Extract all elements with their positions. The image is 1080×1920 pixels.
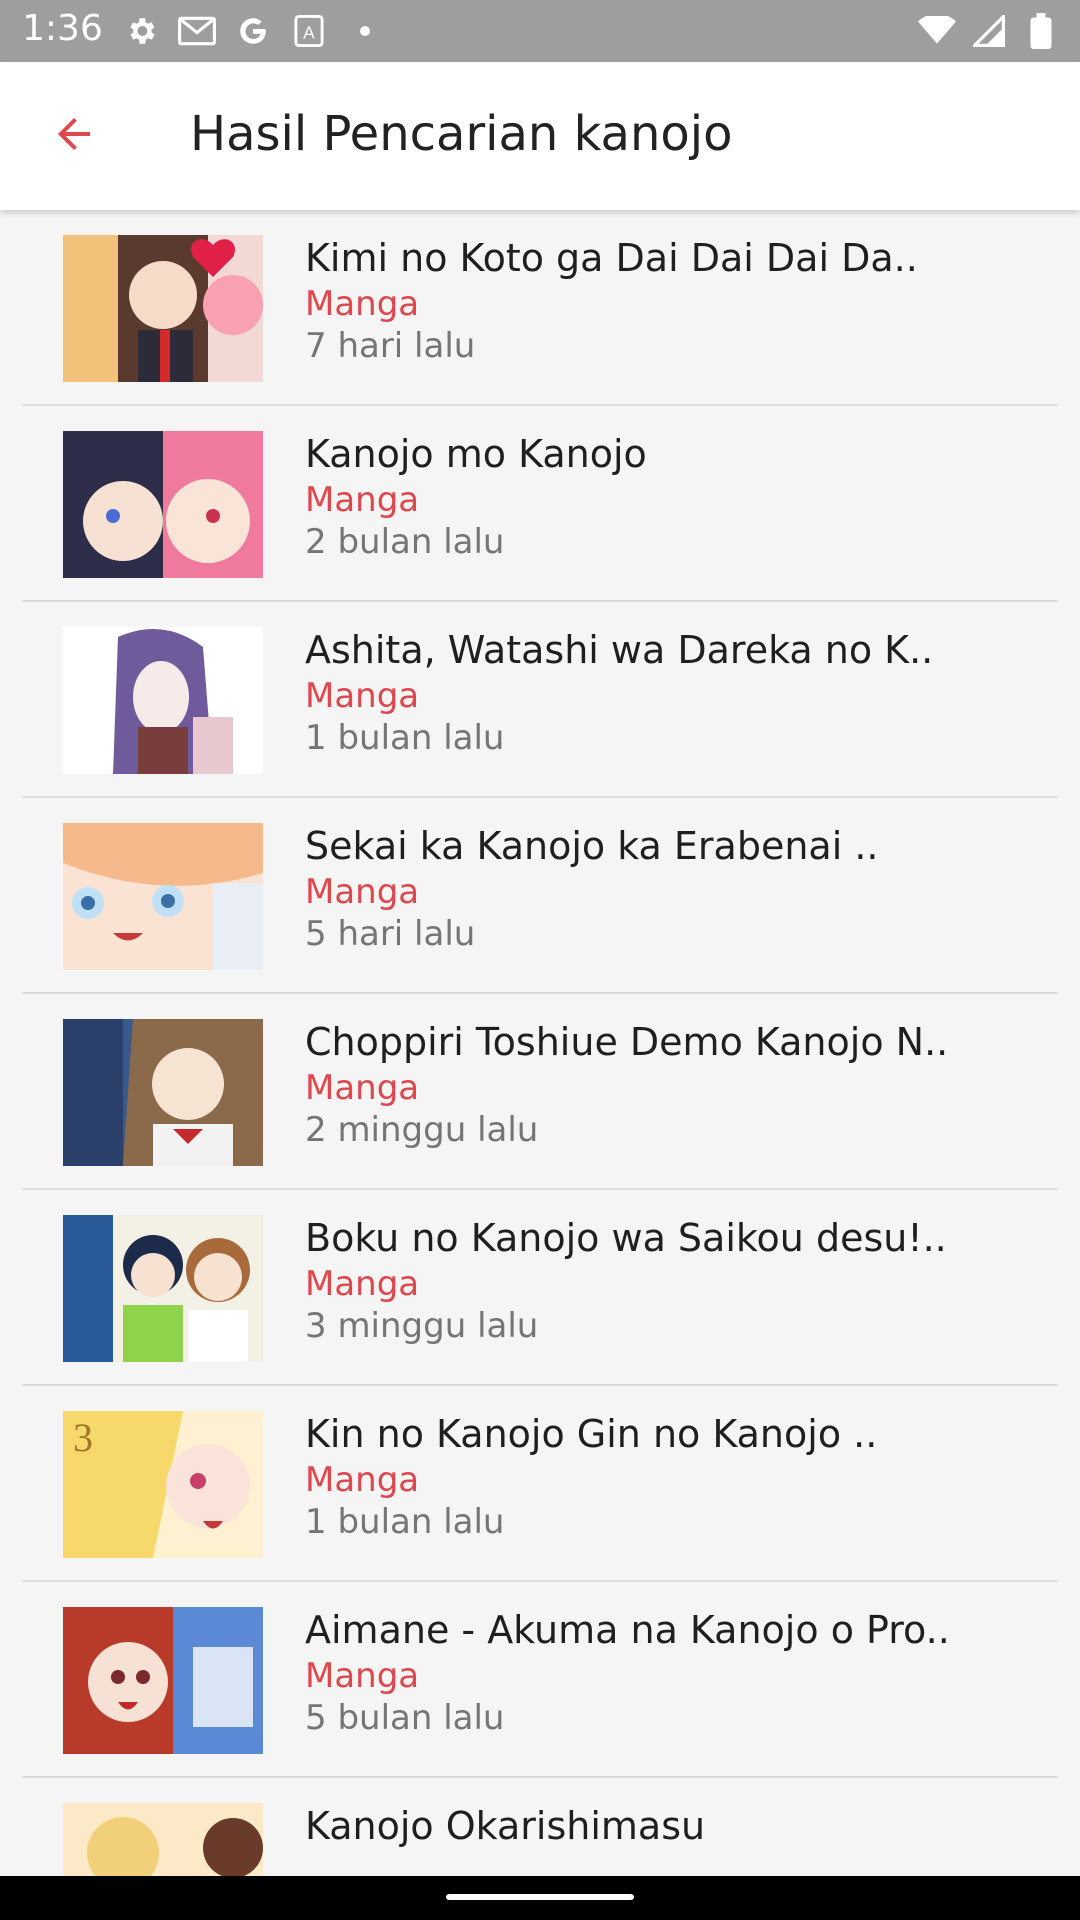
wifi-icon bbox=[918, 12, 956, 50]
gear-icon bbox=[122, 12, 160, 50]
cover-thumbnail bbox=[63, 1019, 263, 1166]
result-item[interactable]: Boku no Kanojo wa Saikou desu!.. Manga 3… bbox=[0, 1190, 1080, 1386]
result-type: Manga bbox=[305, 1264, 420, 1304]
result-title: Kanojo Okarishimasu bbox=[305, 1804, 706, 1848]
gmail-icon bbox=[178, 12, 216, 50]
result-type: Manga bbox=[305, 480, 420, 520]
app-bar: Hasil Pencarian kanojo bbox=[0, 62, 1080, 210]
result-item[interactable]: 3 Kin no Kanojo Gin no Kanojo .. Manga 1… bbox=[0, 1386, 1080, 1582]
battery-icon bbox=[1022, 12, 1060, 50]
result-item[interactable]: Ashita, Watashi wa Dareka no K.. Manga 1… bbox=[0, 602, 1080, 798]
cover-thumbnail bbox=[63, 235, 263, 382]
result-title: Aimane - Akuma na Kanojo o Pro.. bbox=[305, 1608, 950, 1652]
svg-text:A: A bbox=[303, 22, 315, 42]
result-type: Manga bbox=[305, 1460, 420, 1500]
result-title: Kimi no Koto ga Dai Dai Dai Da.. bbox=[305, 236, 918, 280]
keyboard-icon: A bbox=[290, 12, 328, 50]
dot-icon bbox=[346, 12, 384, 50]
cover-thumbnail bbox=[63, 1803, 263, 1876]
status-system-icons bbox=[918, 12, 1060, 50]
result-title: Boku no Kanojo wa Saikou desu!.. bbox=[305, 1216, 947, 1260]
result-updated: 5 hari lalu bbox=[305, 914, 476, 954]
status-time: 1:36 bbox=[22, 8, 103, 49]
result-updated: 2 bulan lalu bbox=[305, 522, 505, 562]
result-updated: 3 minggu lalu bbox=[305, 1306, 539, 1346]
result-title: Ashita, Watashi wa Dareka no K.. bbox=[305, 628, 934, 672]
cover-thumbnail bbox=[63, 823, 263, 970]
cover-thumbnail bbox=[63, 1607, 263, 1754]
cover-thumbnail bbox=[63, 1215, 263, 1362]
result-updated: 2 minggu lalu bbox=[305, 1110, 539, 1150]
result-updated: 5 bulan lalu bbox=[305, 1698, 505, 1738]
result-item[interactable]: Kimi no Koto ga Dai Dai Dai Da.. Manga 7… bbox=[0, 210, 1080, 406]
signal-icon bbox=[970, 12, 1008, 50]
result-updated: 1 bulan lalu bbox=[305, 718, 505, 758]
result-item[interactable]: Aimane - Akuma na Kanojo o Pro.. Manga 5… bbox=[0, 1582, 1080, 1778]
arrow-back-icon bbox=[50, 110, 98, 162]
svg-text:3: 3 bbox=[73, 1415, 93, 1460]
result-updated: 7 hari lalu bbox=[305, 326, 476, 366]
cover-thumbnail: 3 bbox=[63, 1411, 263, 1558]
result-item[interactable]: Kanojo Okarishimasu bbox=[0, 1778, 1080, 1876]
cover-thumbnail bbox=[63, 627, 263, 774]
result-type: Manga bbox=[305, 1068, 420, 1108]
navigation-bar bbox=[0, 1876, 1080, 1920]
result-type: Manga bbox=[305, 676, 420, 716]
result-item[interactable]: Choppiri Toshiue Demo Kanojo N.. Manga 2… bbox=[0, 994, 1080, 1190]
result-item[interactable]: Sekai ka Kanojo ka Erabenai .. Manga 5 h… bbox=[0, 798, 1080, 994]
status-bar: 1:36 A bbox=[0, 0, 1080, 62]
home-gesture-handle[interactable] bbox=[446, 1894, 634, 1900]
result-updated: 1 bulan lalu bbox=[305, 1502, 505, 1542]
result-type: Manga bbox=[305, 284, 420, 324]
result-title: Sekai ka Kanojo ka Erabenai .. bbox=[305, 824, 879, 868]
back-button[interactable] bbox=[40, 102, 108, 170]
result-title: Choppiri Toshiue Demo Kanojo N.. bbox=[305, 1020, 949, 1064]
result-title: Kin no Kanojo Gin no Kanojo .. bbox=[305, 1412, 878, 1456]
result-item[interactable]: Kanojo mo Kanojo Manga 2 bulan lalu bbox=[0, 406, 1080, 602]
google-icon bbox=[234, 12, 272, 50]
result-type: Manga bbox=[305, 1656, 420, 1696]
result-title: Kanojo mo Kanojo bbox=[305, 432, 647, 476]
page-title: Hasil Pencarian kanojo bbox=[190, 106, 733, 162]
cover-thumbnail bbox=[63, 431, 263, 578]
result-type: Manga bbox=[305, 872, 420, 912]
status-notification-icons: A bbox=[122, 12, 384, 50]
search-results-list[interactable]: Kimi no Koto ga Dai Dai Dai Da.. Manga 7… bbox=[0, 210, 1080, 1876]
